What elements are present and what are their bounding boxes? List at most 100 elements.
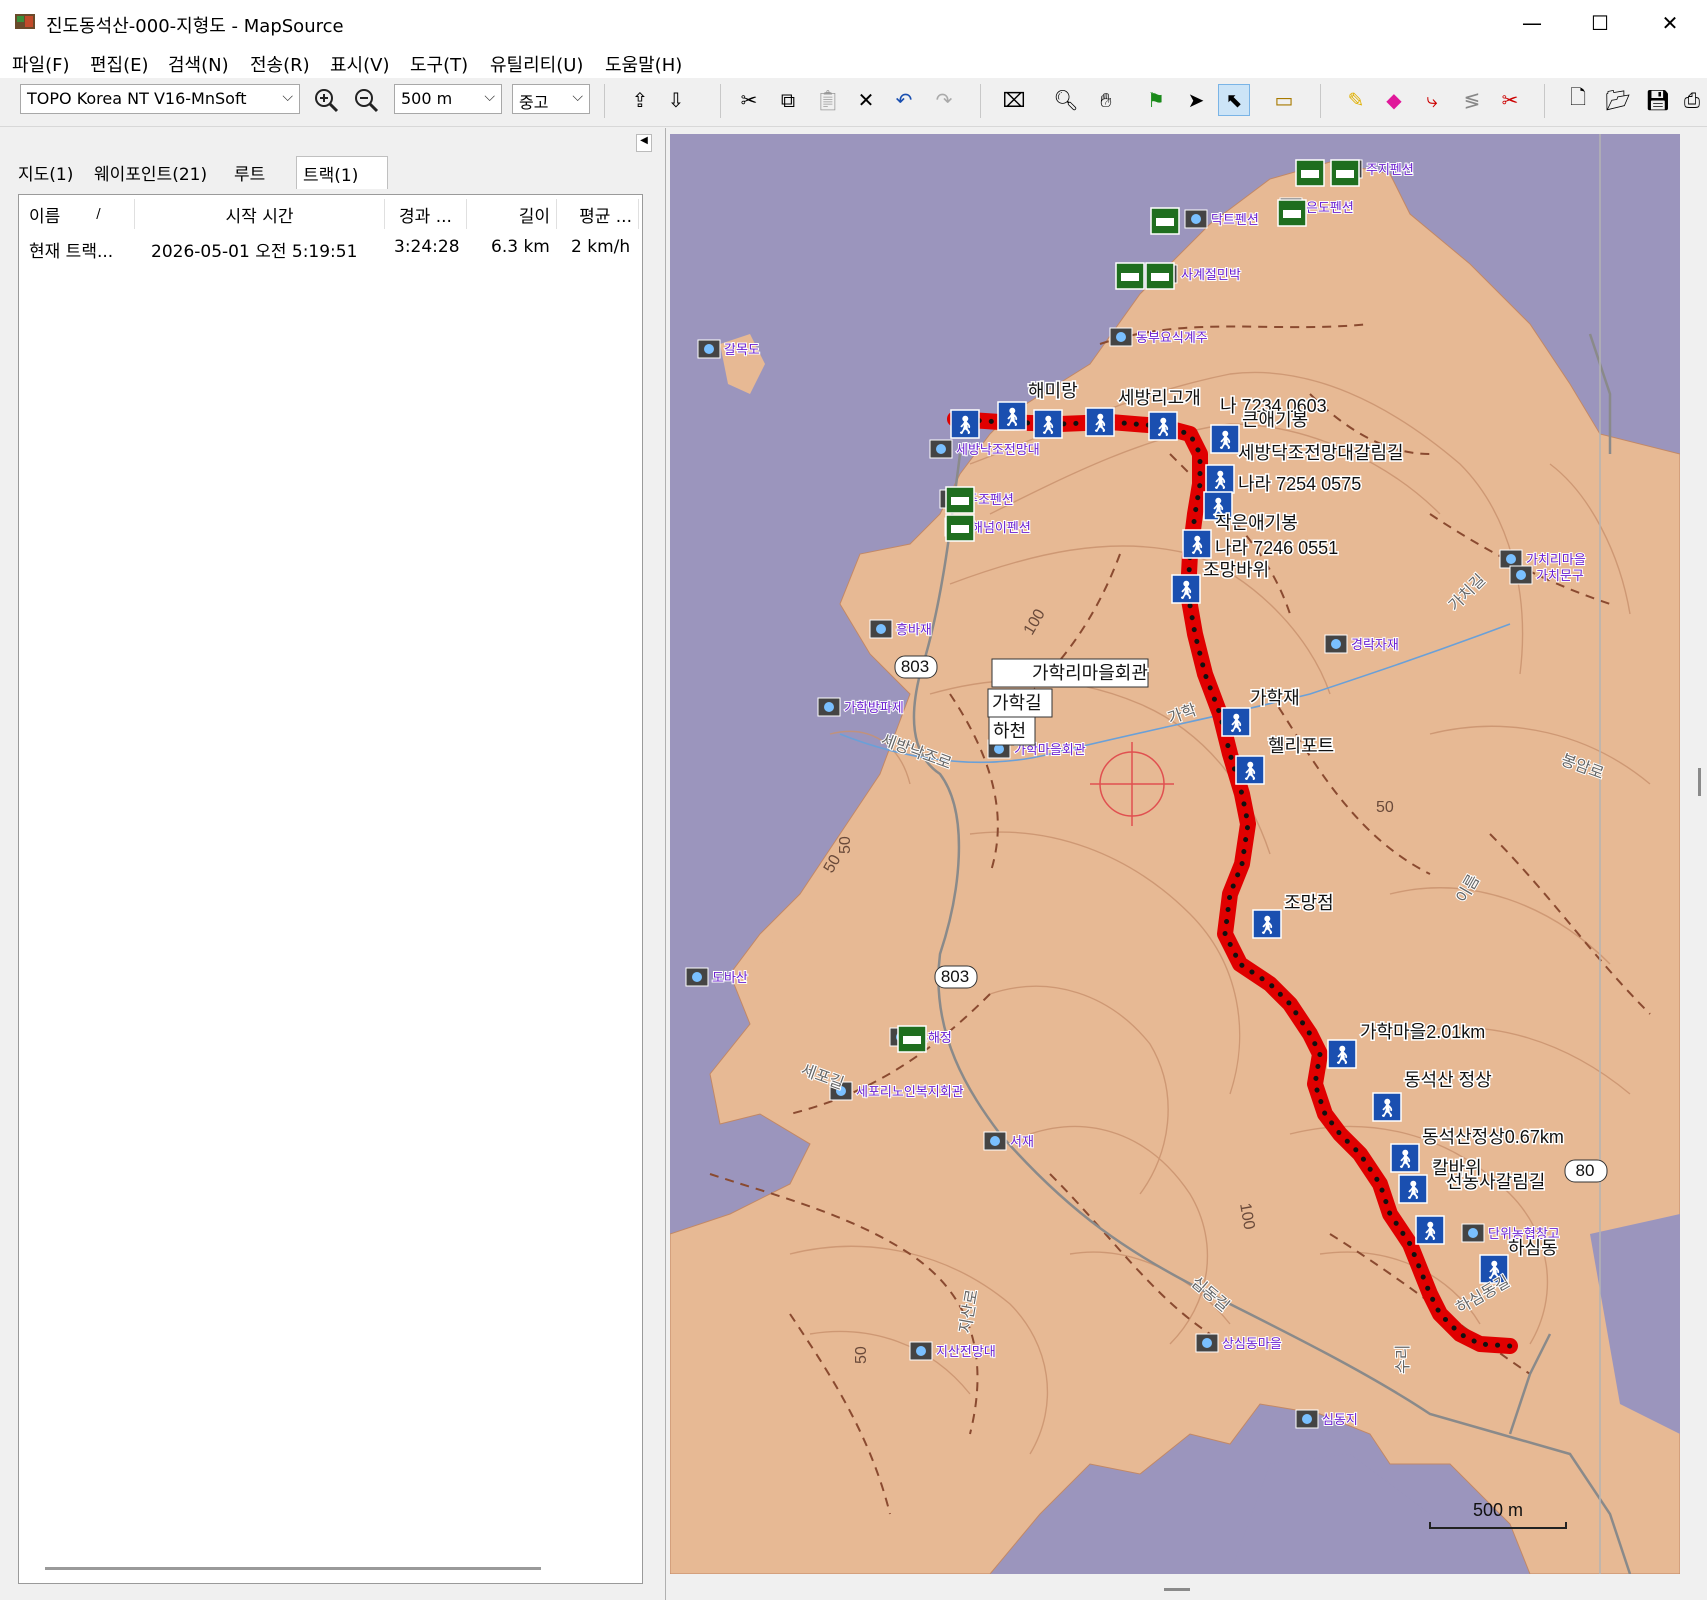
- draw-tool-button[interactable]: ✎: [1340, 84, 1372, 116]
- horizontal-scrollbar[interactable]: [45, 1567, 541, 1570]
- poi-marker[interactable]: 흥바재: [869, 619, 933, 639]
- menu-bar: 파일(F) 편집(E) 검색(N) 전송(R) 표시(V) 도구(T) 유틸리티…: [0, 46, 1707, 78]
- poi-marker[interactable]: 심동지: [1295, 1409, 1359, 1429]
- zoom-in-button[interactable]: [310, 84, 342, 116]
- print-button[interactable]: ⎙: [1678, 84, 1706, 116]
- send-to-device-button[interactable]: ⇩: [660, 84, 692, 116]
- waypoint-hiker-icon[interactable]: 🚶︎: [997, 401, 1027, 431]
- scissors-icon: ✂: [740, 88, 758, 112]
- route-tool-button[interactable]: ➤: [1180, 84, 1212, 116]
- tab-maps[interactable]: 지도(1): [12, 156, 79, 188]
- paste-button[interactable]: 📋︎: [812, 84, 844, 116]
- poi-marker[interactable]: 도바산: [685, 967, 749, 987]
- waypoint-hiker-icon[interactable]: 🚶︎: [1252, 909, 1282, 939]
- menu-tools[interactable]: 도구(T): [410, 51, 468, 77]
- column-header-avg-speed[interactable]: 평균 ...: [557, 199, 639, 229]
- waypoint-hiker-icon[interactable]: 🚶︎: [950, 409, 980, 439]
- menu-search[interactable]: 검색(N): [168, 51, 229, 77]
- waypoint-hiker-icon[interactable]: 🚶︎: [1390, 1143, 1420, 1173]
- distance-tool-button[interactable]: ▭: [1268, 84, 1300, 116]
- map-view[interactable]: 주지펜션 닥트펜션 은도펜션 사계절민박 동부요식계주 갈목도 세방낙조전망대 주조펜션 해넘이…: [665, 128, 1707, 1600]
- column-header-elapsed[interactable]: 경과 ...: [385, 199, 467, 229]
- route-number: 803: [901, 657, 929, 676]
- map-product-select[interactable]: TOPO Korea NT V16-MnSoft ⌵: [20, 84, 300, 114]
- poi-lens: [1468, 1228, 1478, 1238]
- waypoint-tool-button[interactable]: ⚑: [1140, 84, 1172, 116]
- track-join-button[interactable]: ≶: [1456, 84, 1488, 116]
- poi-marker[interactable]: 세방낙조전망대: [929, 439, 1041, 459]
- undo-button[interactable]: ↶: [888, 84, 920, 116]
- poi-marker[interactable]: 세포리노인복지회관: [829, 1081, 965, 1101]
- vertical-scrollbar[interactable]: [1698, 768, 1701, 796]
- receive-from-device-button[interactable]: ⇪: [624, 84, 656, 116]
- poi-label: 도바산: [712, 970, 748, 985]
- poi-marker[interactable]: 가치리마을: [1499, 549, 1587, 569]
- redo-button[interactable]: ↷: [928, 84, 960, 116]
- poi-marker[interactable]: 가치문구: [1509, 565, 1585, 585]
- hand-tool-button[interactable]: ✋︎: [1090, 84, 1122, 116]
- bed-glyph: [1151, 273, 1169, 281]
- paste-icon: 📋︎: [815, 88, 841, 112]
- open-folder-icon: 📂︎: [1605, 88, 1631, 112]
- waypoint-hiker-icon[interactable]: 🚶︎: [1221, 707, 1251, 737]
- new-file-button[interactable]: 🗋︎: [1562, 84, 1594, 116]
- hiker-glyph: 🚶︎: [1402, 1180, 1425, 1201]
- map-canvas[interactable]: 주지펜션닥트펜션은도펜션사계절민박동부요식계주갈목도세방낙조전망대주조펜션해넘이…: [670, 134, 1680, 1574]
- menu-view[interactable]: 표시(V): [330, 51, 389, 77]
- save-file-button[interactable]: 💾︎: [1642, 84, 1674, 116]
- delete-button[interactable]: ✕: [850, 84, 882, 116]
- waypoint-hiker-icon[interactable]: 🚶︎: [1372, 1092, 1402, 1122]
- waypoint-hiker-icon[interactable]: 🚶︎: [1398, 1174, 1428, 1204]
- track-divide-button[interactable]: ✂: [1494, 84, 1526, 116]
- erase-tool-button[interactable]: ◆: [1378, 84, 1410, 116]
- zoom-tool-button[interactable]: 🔍︎: [1050, 84, 1082, 116]
- poi-marker[interactable]: 갈목도: [697, 339, 761, 359]
- menu-edit[interactable]: 편집(E): [90, 51, 149, 77]
- menu-transfer[interactable]: 전송(R): [250, 51, 310, 77]
- column-header-name[interactable]: 이름 /: [23, 199, 135, 229]
- copy-button[interactable]: ⧉: [772, 84, 804, 116]
- column-header-start-time[interactable]: 시작 시간: [135, 199, 385, 229]
- waypoint-hiker-icon[interactable]: 🚶︎: [1205, 464, 1235, 494]
- map-select-tool-button[interactable]: ⌧: [998, 84, 1030, 116]
- waypoint-hiker-icon[interactable]: 🚶︎: [1327, 1039, 1357, 1069]
- poi-marker[interactable]: 가학방파제: [817, 697, 905, 717]
- poi-label: 은도펜션: [1306, 200, 1354, 215]
- waypoint-hiker-icon[interactable]: 🚶︎: [1415, 1215, 1445, 1245]
- poi-marker[interactable]: 지산전망대: [909, 1341, 997, 1361]
- open-file-button[interactable]: 📂︎: [1602, 84, 1634, 116]
- poi-marker[interactable]: 닥트펜션: [1184, 209, 1260, 229]
- waypoint-hiker-icon[interactable]: 🚶︎: [1235, 755, 1265, 785]
- collapse-panel-button[interactable]: ◀: [636, 134, 652, 152]
- zoom-scale-select[interactable]: 500 m ⌵: [394, 84, 502, 114]
- tab-waypoints[interactable]: 웨이포인트(21): [88, 156, 213, 188]
- waypoint-hiker-icon[interactable]: 🚶︎: [1085, 407, 1115, 437]
- zoom-out-button[interactable]: [350, 84, 382, 116]
- table-row[interactable]: 현재 트랙... 2026-05-01 오전 5:19:51 3:24:28 6…: [19, 231, 642, 262]
- poi-marker[interactable]: 경락자재: [1324, 634, 1400, 654]
- tab-routes[interactable]: 루트: [228, 156, 271, 188]
- hiker-glyph: 🚶︎: [1239, 761, 1262, 782]
- waypoint-hiker-icon[interactable]: 🚶︎: [1210, 424, 1240, 454]
- selection-tool-button[interactable]: ⬉: [1218, 84, 1250, 116]
- horizontal-scrollbar[interactable]: [1164, 1588, 1190, 1591]
- cut-button[interactable]: ✂: [733, 84, 765, 116]
- detail-level-select[interactable]: 중고 ⌵: [512, 84, 590, 114]
- maximize-button[interactable]: ☐: [1566, 0, 1634, 46]
- track-select-button[interactable]: ⤷: [1416, 84, 1448, 116]
- waypoint-hiker-icon[interactable]: 🚶︎: [1148, 411, 1178, 441]
- waypoint-hiker-icon[interactable]: 🚶︎: [1033, 409, 1063, 439]
- menu-utilities[interactable]: 유틸리티(U): [490, 51, 583, 77]
- track-select-icon: ⤷: [1426, 88, 1438, 112]
- close-button[interactable]: ✕: [1636, 0, 1704, 46]
- waypoint-hiker-icon[interactable]: 🚶︎: [1171, 574, 1201, 604]
- hiker-glyph: 🚶︎: [954, 415, 977, 436]
- waypoint-hiker-icon[interactable]: 🚶︎: [1182, 529, 1212, 559]
- minimize-button[interactable]: —: [1498, 0, 1566, 46]
- menu-help[interactable]: 도움말(H): [605, 51, 682, 77]
- poi-marker[interactable]: 상심동마을: [1195, 1333, 1283, 1353]
- poi-marker[interactable]: 동부요식계주: [1109, 327, 1209, 347]
- column-header-length[interactable]: 길이: [467, 199, 557, 229]
- tab-tracks[interactable]: 트랙(1): [296, 156, 388, 189]
- menu-file[interactable]: 파일(F): [12, 51, 70, 77]
